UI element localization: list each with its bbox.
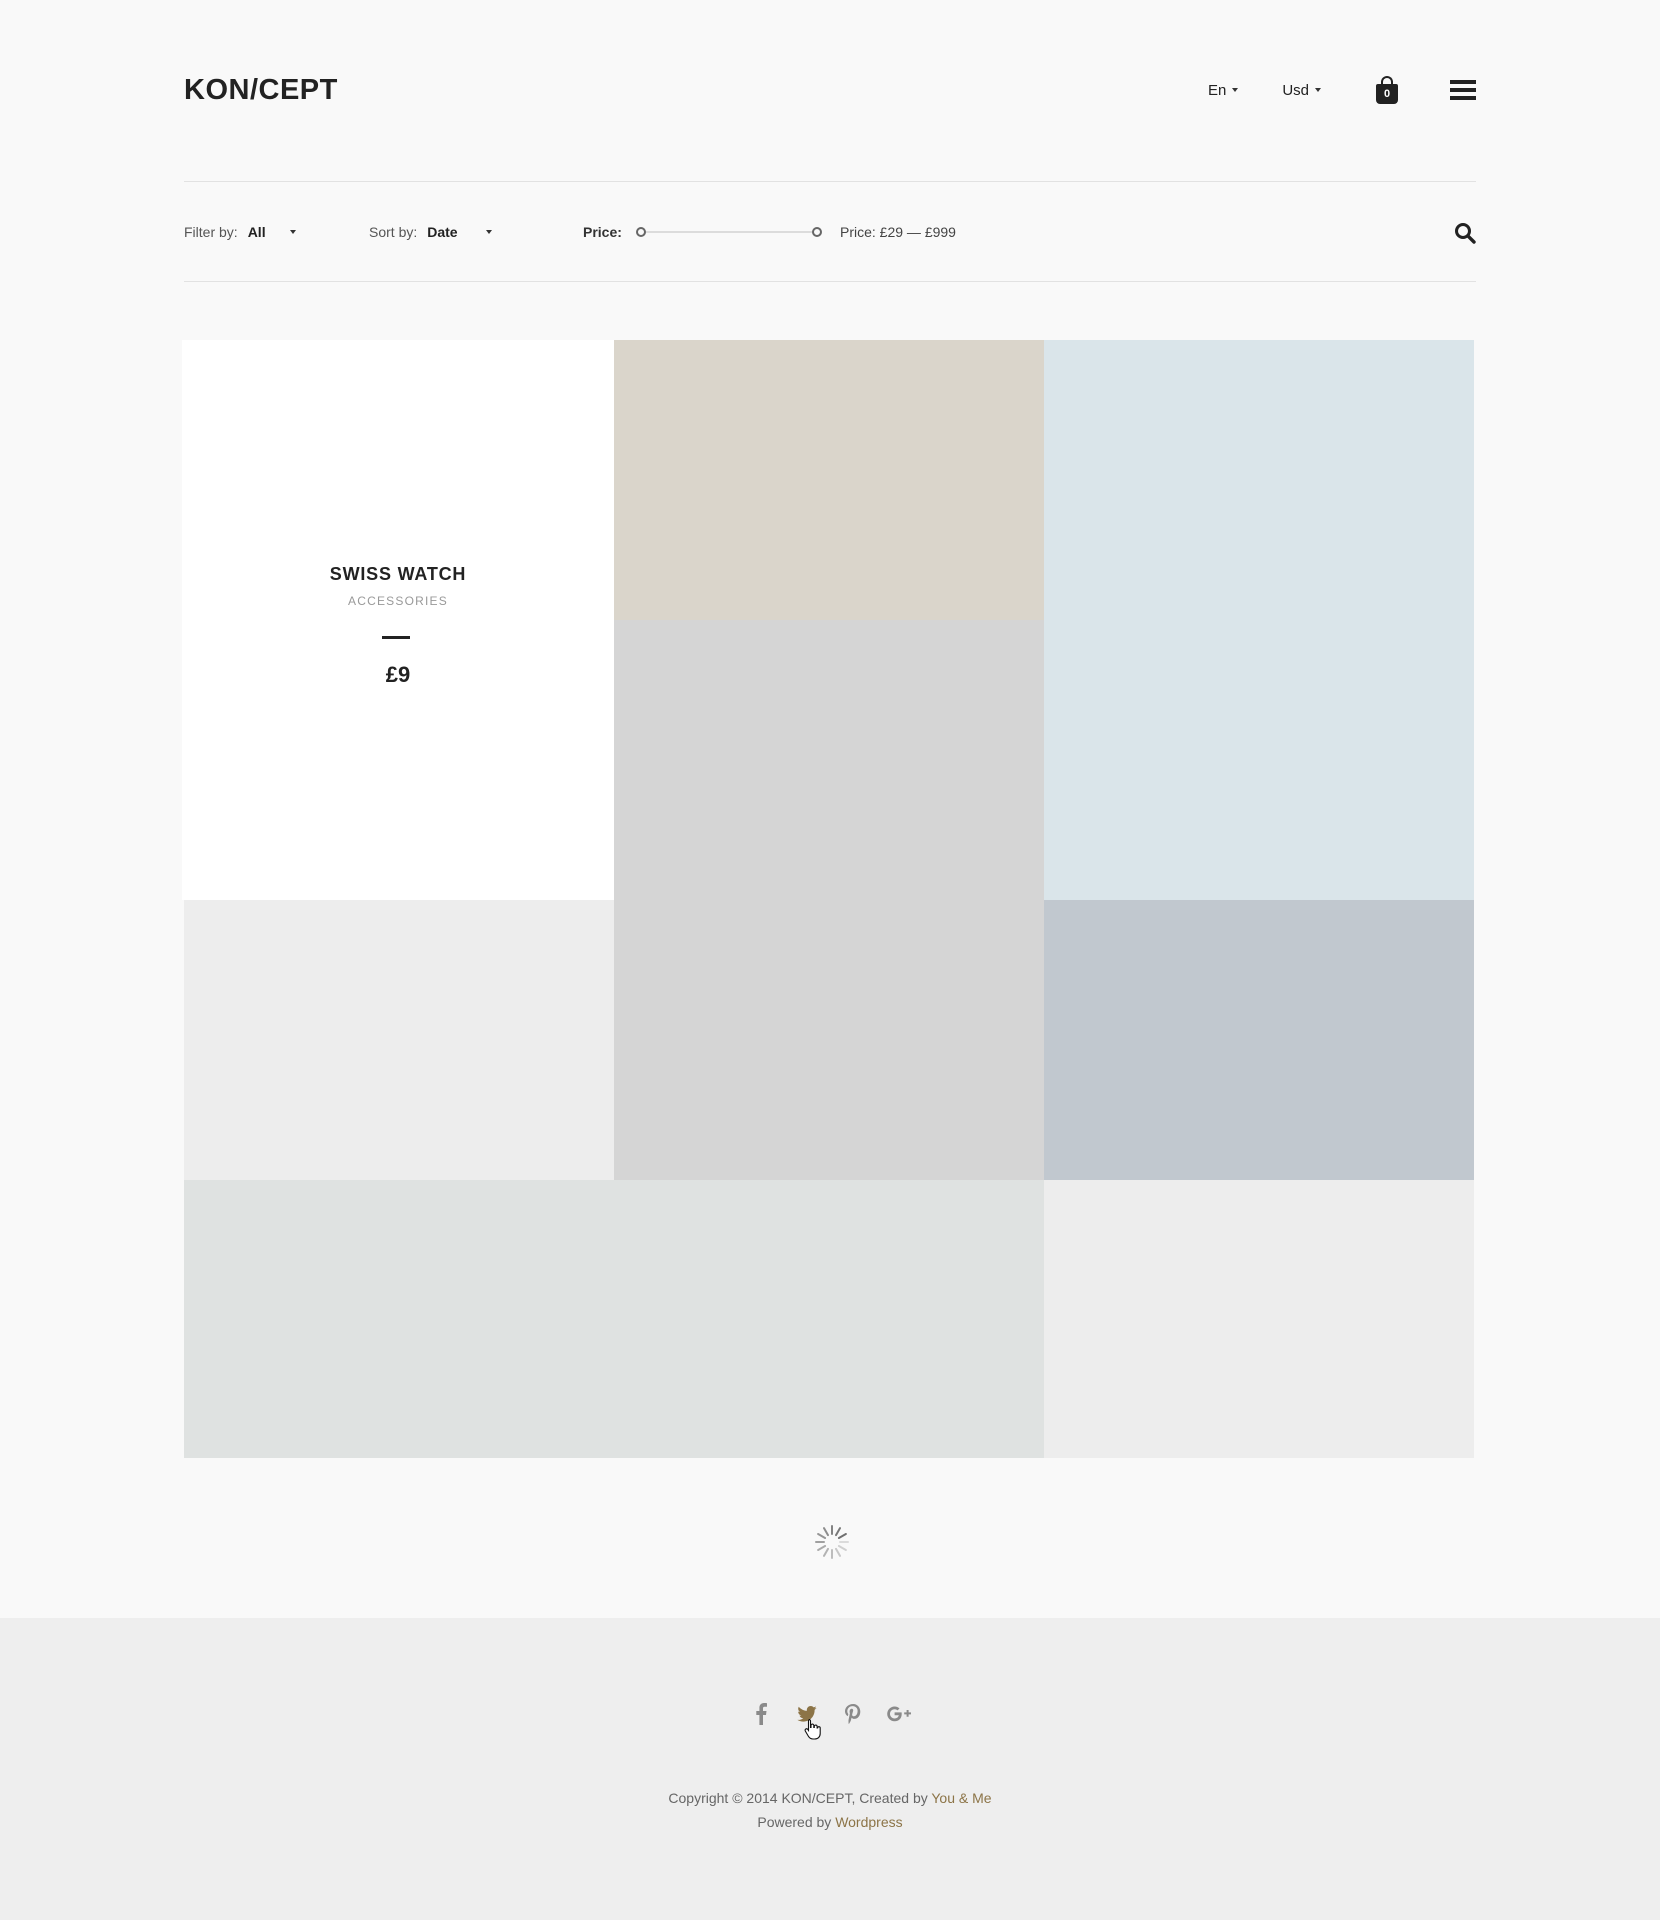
menu-icon[interactable]	[1450, 79, 1476, 101]
google-plus-icon[interactable]	[876, 1700, 922, 1728]
creator-link[interactable]: You & Me	[931, 1790, 991, 1806]
hand-cursor-icon	[804, 1718, 822, 1745]
product-tile-placeholder[interactable]	[614, 340, 1044, 620]
caret-down-icon	[290, 230, 296, 234]
price-slider[interactable]	[636, 227, 822, 237]
sort-value: Date	[427, 224, 458, 240]
site-header: KON/CEPT En Usd 0	[184, 68, 1476, 112]
site-logo[interactable]: KON/CEPT	[184, 74, 338, 107]
copyright-text: Copyright © 2014 KON/CEPT, Created by	[668, 1790, 928, 1806]
filter-dropdown[interactable]: Filter by: All	[184, 220, 296, 244]
product-tile-placeholder[interactable]	[184, 1180, 1044, 1458]
facebook-icon[interactable]	[738, 1700, 784, 1728]
product-tile-placeholder[interactable]	[1044, 1180, 1474, 1458]
footer-copyright: Copyright © 2014 KON/CEPT, Created by Yo…	[0, 1786, 1660, 1834]
site-footer: Copyright © 2014 KON/CEPT, Created by Yo…	[0, 1618, 1660, 1920]
language-value: En	[1207, 81, 1227, 99]
product-card-swiss-watch[interactable]: SWISS WATCH ACCESSORIES £9	[182, 340, 614, 900]
header-divider	[184, 181, 1476, 182]
product-divider	[382, 636, 410, 639]
product-category: ACCESSORIES	[348, 594, 448, 608]
filter-value: All	[247, 224, 266, 240]
powered-by-text: Powered by	[757, 1814, 832, 1830]
price-slider-min-handle[interactable]	[636, 227, 646, 237]
caret-down-icon	[486, 230, 492, 234]
product-tile-placeholder[interactable]	[1044, 900, 1474, 1180]
pinterest-icon[interactable]	[830, 1700, 876, 1728]
price-slider-max-handle[interactable]	[812, 227, 822, 237]
filter-divider	[184, 281, 1476, 282]
filter-label: Filter by:	[184, 224, 238, 240]
header-controls: En Usd 0	[1208, 76, 1476, 104]
filter-bar: Filter by: All Sort by: Date Price: Pric…	[184, 220, 1476, 244]
caret-down-icon	[1315, 88, 1321, 92]
sort-dropdown[interactable]: Sort by: Date	[369, 220, 492, 244]
product-tile-placeholder[interactable]	[614, 620, 1044, 1180]
wordpress-link[interactable]: Wordpress	[835, 1814, 902, 1830]
sort-label: Sort by:	[369, 224, 418, 240]
price-range-text: Price: £29 — £999	[840, 224, 956, 240]
product-tile-placeholder[interactable]	[184, 900, 614, 1180]
product-name: SWISS WATCH	[329, 564, 467, 584]
loading-spinner-icon	[814, 1524, 850, 1560]
language-dropdown[interactable]: En	[1207, 81, 1239, 99]
social-links	[0, 1700, 1660, 1728]
caret-down-icon	[1232, 88, 1239, 92]
price-label: Price:	[583, 224, 622, 240]
product-tile-placeholder[interactable]	[1044, 340, 1474, 900]
cart-count: 0	[1376, 84, 1398, 104]
price-filter: Price:	[583, 220, 622, 244]
currency-value: Usd	[1282, 81, 1309, 99]
search-icon[interactable]	[1454, 222, 1476, 244]
cart-icon[interactable]: 0	[1376, 76, 1398, 104]
currency-dropdown[interactable]: Usd	[1282, 82, 1321, 99]
product-price: £9	[385, 662, 411, 687]
